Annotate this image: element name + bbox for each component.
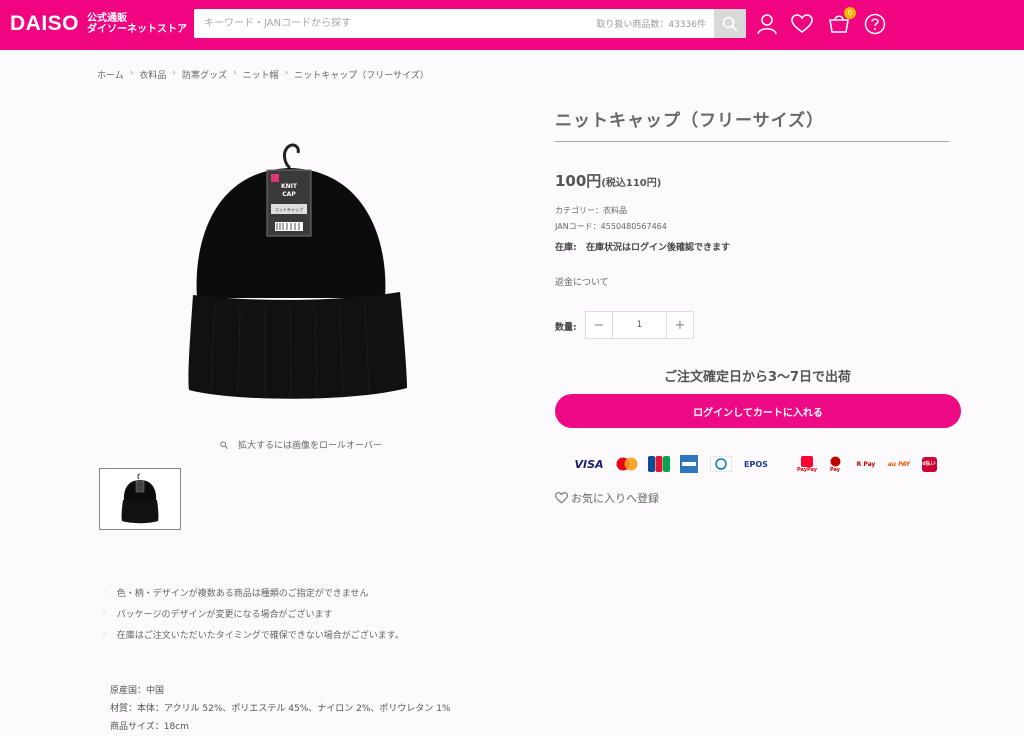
d-barai-icon: d払い: [921, 454, 937, 474]
price-tax: (税込110円): [601, 178, 662, 189]
paypay-label: PayPay: [796, 466, 818, 473]
title-divider: [555, 141, 949, 142]
site-header: DAISO 公式通販 ダイソーネットストア 取り扱い商品数：43336件: [0, 0, 1024, 50]
spec-origin: 原産国：中国: [110, 686, 165, 696]
breadcrumb-clothing[interactable]: 衣料品: [139, 68, 166, 81]
product-notes: ◦ 色・柄・デザインが複数ある商品は種類のご指定ができません ◦ パッケージのデザイ…: [102, 582, 404, 645]
breadcrumb-current: ニットキャップ（フリーサイズ）: [294, 71, 429, 81]
d-barai-label: d払い: [921, 456, 937, 472]
tag-text-cap: CAP: [282, 191, 296, 198]
spec-size: 商品サイズ：18cm: [110, 722, 189, 732]
quantity-decrease-button[interactable]: −: [586, 312, 612, 338]
spec-material: 材質：本体：アクリル 52%、ポリエステル 45%、ナイロン 2%、ポリウレタン…: [110, 704, 451, 714]
product-specs: 原産国：中国 材質：本体：アクリル 52%、ポリエステル 45%、ナイロン 2%…: [110, 682, 451, 736]
quantity-input[interactable]: [612, 312, 667, 338]
note-text: 色・柄・デザインが複数ある商品は種類のご指定ができません: [116, 589, 369, 599]
bullet-icon: ◦: [102, 609, 107, 618]
breadcrumb-knit-hat[interactable]: ニット帽: [243, 68, 279, 81]
breadcrumb-separator: ›: [232, 68, 237, 78]
breadcrumb-separator: ›: [284, 68, 289, 78]
search-button[interactable]: [714, 9, 746, 38]
logo[interactable]: DAISO 公式通販 ダイソーネットストア: [10, 12, 187, 36]
note-text: パッケージのデザインが変更になる場合がございます: [116, 610, 333, 620]
price-main: 100円: [555, 172, 602, 190]
quantity-increase-button[interactable]: +: [667, 312, 693, 338]
breadcrumb-cold-goods[interactable]: 防寒グッズ: [182, 68, 227, 81]
magnifier-icon: [220, 440, 228, 449]
r-pay-icon: R Pay: [856, 460, 876, 468]
search-icon: [722, 16, 738, 32]
rakuten-pay-icon: Pay: [827, 454, 843, 474]
stock-text: 在庫状況はログイン後確認できます: [586, 243, 731, 253]
product-thumbnail[interactable]: [99, 468, 181, 530]
stock-label: 在庫:: [555, 243, 577, 253]
add-to-favorites[interactable]: お気に入りへ登録: [555, 490, 659, 506]
amex-icon: [679, 454, 699, 474]
note-item: ◦ 在庫はご注文いただいたタイミングで確保できない場合がございます。: [102, 624, 404, 645]
product-category: カテゴリー：衣料品: [555, 206, 627, 215]
bullet-icon: ◦: [102, 588, 107, 597]
bullet-icon: ◦: [102, 630, 107, 639]
heart-outline-icon: [555, 492, 568, 504]
visa-icon: VISA: [574, 457, 604, 471]
account-button[interactable]: [755, 12, 779, 36]
zoom-hint-text: 拡大するには画像をロールオーバー: [238, 441, 382, 451]
favorites-label: お気に入りへ登録: [571, 492, 659, 505]
add-to-cart-button[interactable]: ログインしてカートに入れる: [555, 394, 961, 428]
tag-text-knit: KNIT: [281, 183, 298, 190]
stock-status: 在庫: 在庫状況はログイン後確認できます: [555, 240, 730, 253]
mastercard-icon: [615, 454, 639, 474]
zoom-hint: 拡大するには画像をロールオーバー: [220, 438, 382, 451]
user-icon: [757, 14, 777, 35]
note-item: ◦ パッケージのデザインが変更になる場合がございます: [102, 603, 404, 624]
product-title: ニットキャップ（フリーサイズ）: [555, 111, 825, 131]
product-jan: JANコード：4550480567464: [555, 222, 667, 231]
knit-cap-image: KNIT CAP ニットキャップ: [188, 143, 407, 399]
tag-text-jp: ニットキャップ: [275, 206, 303, 212]
knit-cap-thumbnail-image: [121, 473, 159, 524]
favorites-button[interactable]: [790, 12, 814, 36]
cart-button[interactable]: 0: [827, 7, 856, 36]
breadcrumb-separator: ›: [129, 68, 134, 78]
search-input[interactable]: [194, 9, 594, 38]
logo-sub-line2: ダイソーネットストア: [87, 24, 188, 35]
payment-methods: VISA EPOS PayPay Pay R Pay au PAY d払い: [573, 454, 945, 476]
breadcrumb: ホーム › 衣料品 › 防寒グッズ › ニット帽 › ニットキャップ（フリーサイ…: [97, 68, 429, 81]
help-button[interactable]: [863, 12, 887, 36]
note-text: 在庫はご注文いただいたタイミングで確保できない場合がございます。: [116, 631, 404, 641]
quantity-stepper: − +: [585, 311, 694, 339]
product-main-image[interactable]: KNIT CAP ニットキャップ: [145, 120, 445, 420]
note-item: ◦ 色・柄・デザインが複数ある商品は種類のご指定ができません: [102, 582, 404, 603]
breadcrumb-home[interactable]: ホーム: [97, 68, 124, 81]
shipping-info: ご注文確定日から3〜7日で出荷: [663, 370, 852, 385]
cart-badge: 0: [844, 7, 856, 19]
jcb-icon: [647, 454, 671, 474]
search-bar: 取り扱い商品数：43336件: [194, 9, 746, 38]
logo-sub-line1: 公式通販: [87, 13, 128, 24]
help-icon: [864, 13, 886, 35]
epos-icon: EPOS: [744, 459, 768, 469]
rakuten-pay-label: Pay: [829, 466, 840, 473]
logo-subtitle: 公式通販 ダイソーネットストア: [87, 13, 187, 35]
heart-icon: [791, 14, 813, 34]
logo-mark: DAISO: [10, 12, 80, 35]
breadcrumb-separator: ›: [172, 68, 176, 78]
product-price: 100円(税込110円): [555, 170, 661, 191]
item-count: 取り扱い商品数：43336件: [596, 20, 706, 30]
paypay-icon: PayPay: [797, 454, 817, 474]
refund-link[interactable]: 返金について: [555, 275, 609, 288]
quantity-label: 数量:: [555, 323, 577, 333]
diners-icon: [709, 454, 733, 474]
au-pay-icon: au PAY: [887, 460, 911, 468]
